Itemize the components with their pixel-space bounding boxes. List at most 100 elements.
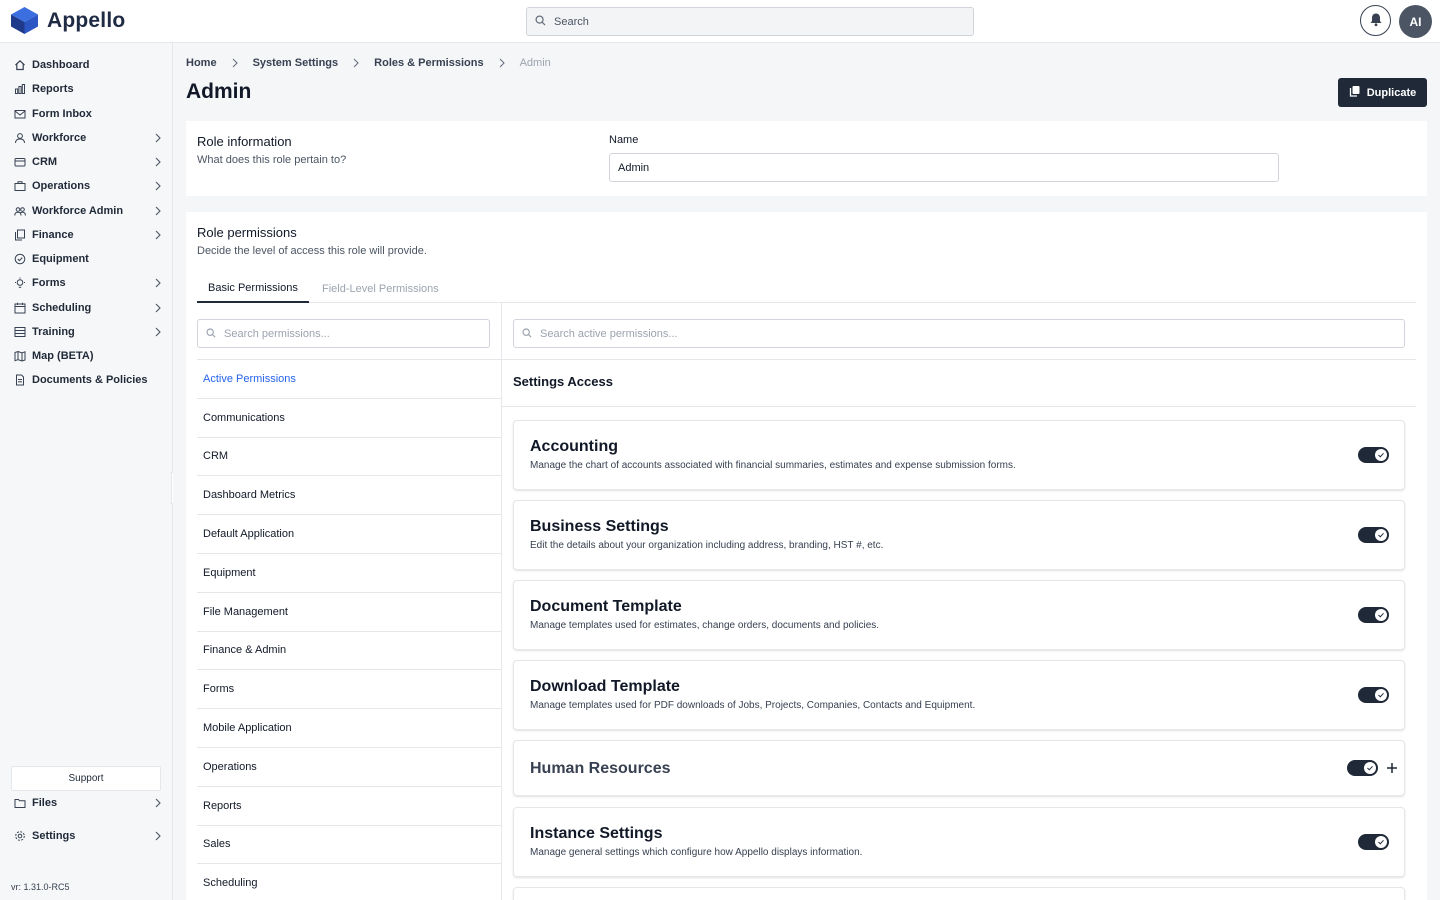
role-permissions-card: Role permissions Decide the level of acc… (186, 212, 1427, 900)
appello-logo-icon (10, 6, 39, 35)
sidebar-item-finance[interactable]: Finance (0, 224, 172, 246)
sidebar-item-workforce-admin[interactable]: Workforce Admin (0, 200, 172, 222)
sidebar-item-label: Training (32, 326, 75, 338)
app-name: Appello (47, 8, 126, 32)
chevron-right-icon (231, 57, 239, 69)
sidebar-item-operations[interactable]: Operations (0, 175, 172, 197)
search-icon (535, 14, 546, 29)
settings-access-heading: Settings Access (513, 374, 613, 389)
sidebar-item-crm[interactable]: CRM (0, 151, 172, 173)
permission-card-human-resources[interactable]: Human Resources (513, 740, 1405, 796)
sidebar-item-documents-policies[interactable]: Documents & Policies (0, 369, 172, 391)
category-item[interactable]: Communications (197, 397, 502, 437)
sidebar-item-label: Finance (32, 229, 74, 241)
check-icon (1364, 762, 1376, 774)
sidebar-item-map[interactable]: Map (BETA) (0, 345, 172, 367)
search-icon (206, 327, 216, 341)
category-item-active-permissions[interactable]: Active Permissions (197, 359, 502, 398)
category-item[interactable]: Default Application (197, 514, 502, 553)
permission-toggle[interactable] (1358, 687, 1389, 703)
chevron-right-icon (352, 57, 360, 69)
section-subtitle: What does this role pertain to? (197, 154, 347, 166)
permission-toggle[interactable] (1358, 607, 1389, 623)
sidebar-item-reports[interactable]: Reports (0, 78, 172, 100)
permission-toggle[interactable] (1358, 447, 1389, 463)
search-input[interactable] (554, 15, 954, 28)
sidebar-item-forms[interactable]: Forms (0, 272, 172, 294)
permission-toggle[interactable] (1347, 760, 1378, 776)
category-item[interactable]: Equipment (197, 552, 502, 592)
permission-card-business-settings: Business Settings Edit the details about… (513, 500, 1405, 570)
sidebar-item-equipment[interactable]: Equipment (0, 248, 172, 270)
sidebar-item-files[interactable]: Files (0, 792, 172, 814)
sidebar-item-form-inbox[interactable]: Form Inbox (0, 103, 172, 125)
section-subtitle: Decide the level of access this role wil… (197, 245, 427, 257)
mail-icon (14, 108, 26, 120)
check-circle-icon (14, 253, 26, 265)
permission-card-document-template: Document Template Manage templates used … (513, 580, 1405, 650)
check-icon (1375, 449, 1387, 461)
sidebar-item-label: Reports (32, 83, 74, 95)
permission-description: Edit the details about your organization… (530, 540, 884, 551)
name-label: Name (609, 134, 639, 146)
permissions-search[interactable] (197, 319, 490, 348)
duplicate-icon (1349, 85, 1361, 100)
tab-basic-permissions[interactable]: Basic Permissions (197, 274, 309, 303)
chevron-right-icon (153, 326, 163, 338)
permission-toggle[interactable] (1358, 834, 1389, 850)
plus-icon[interactable] (1385, 761, 1399, 775)
card-icon (14, 156, 26, 168)
divider (502, 359, 1416, 360)
briefcase-icon (14, 180, 26, 192)
check-icon (1375, 529, 1387, 541)
permission-toggle[interactable] (1358, 527, 1389, 543)
sidebar-item-label: Workforce (32, 132, 87, 144)
category-item[interactable]: CRM (197, 436, 502, 476)
users-icon (14, 205, 26, 217)
duplicate-label: Duplicate (1366, 86, 1417, 99)
tab-field-level-permissions[interactable]: Field-Level Permissions (311, 274, 450, 303)
global-search[interactable] (526, 7, 974, 36)
permission-description: Manage the chart of accounts associated … (530, 460, 1016, 471)
permission-description: Manage general settings which configure … (530, 847, 863, 858)
breadcrumb-home[interactable]: Home (186, 57, 217, 69)
sidebar: Dashboard Reports Form Inbox Workforce C… (0, 43, 173, 900)
sidebar-item-dashboard[interactable]: Dashboard (0, 54, 172, 76)
permission-name: Instance Settings (530, 825, 663, 842)
category-item[interactable]: Dashboard Metrics (197, 475, 502, 514)
support-button[interactable]: Support (11, 766, 161, 791)
category-item[interactable]: File Management (197, 591, 502, 631)
notifications-button[interactable] (1360, 5, 1391, 36)
active-permissions-search[interactable] (513, 319, 1405, 348)
category-item[interactable]: Operations (197, 746, 502, 786)
category-item[interactable]: Forms (197, 669, 502, 708)
sidebar-item-settings[interactable]: Settings (0, 825, 172, 847)
top-bar: Appello AI (0, 0, 1440, 43)
category-item[interactable]: Sales (197, 824, 502, 864)
active-permissions-search-input[interactable] (540, 327, 1390, 340)
sidebar-item-workforce[interactable]: Workforce (0, 127, 172, 149)
search-icon (522, 327, 532, 341)
app-logo[interactable]: Appello (10, 6, 125, 35)
breadcrumb-system-settings[interactable]: System Settings (253, 57, 339, 69)
category-item[interactable]: Reports (197, 785, 502, 825)
chevron-right-icon (153, 180, 163, 192)
user-icon (14, 132, 26, 144)
category-item[interactable]: Scheduling (197, 863, 502, 900)
category-item[interactable]: Finance & Admin (197, 630, 502, 670)
role-name-input[interactable] (609, 153, 1279, 182)
sidebar-item-label: Scheduling (32, 302, 92, 314)
permission-categories-pane: Active Permissions Communications CRM Da… (197, 303, 502, 900)
chevron-right-icon (153, 156, 163, 168)
category-item[interactable]: Mobile Application (197, 708, 502, 747)
app-version: vr: 1.31.0-RC5 (11, 882, 70, 892)
permissions-search-input[interactable] (224, 327, 474, 340)
duplicate-button[interactable]: Duplicate (1338, 78, 1427, 107)
sidebar-item-training[interactable]: Training (0, 321, 172, 343)
user-avatar[interactable]: AI (1399, 5, 1432, 38)
chevron-right-icon (153, 830, 163, 842)
sidebar-item-scheduling[interactable]: Scheduling (0, 297, 172, 319)
breadcrumb-roles-permissions[interactable]: Roles & Permissions (374, 57, 483, 69)
sidebar-item-label: CRM (32, 156, 58, 168)
section-title: Role permissions (197, 225, 297, 240)
